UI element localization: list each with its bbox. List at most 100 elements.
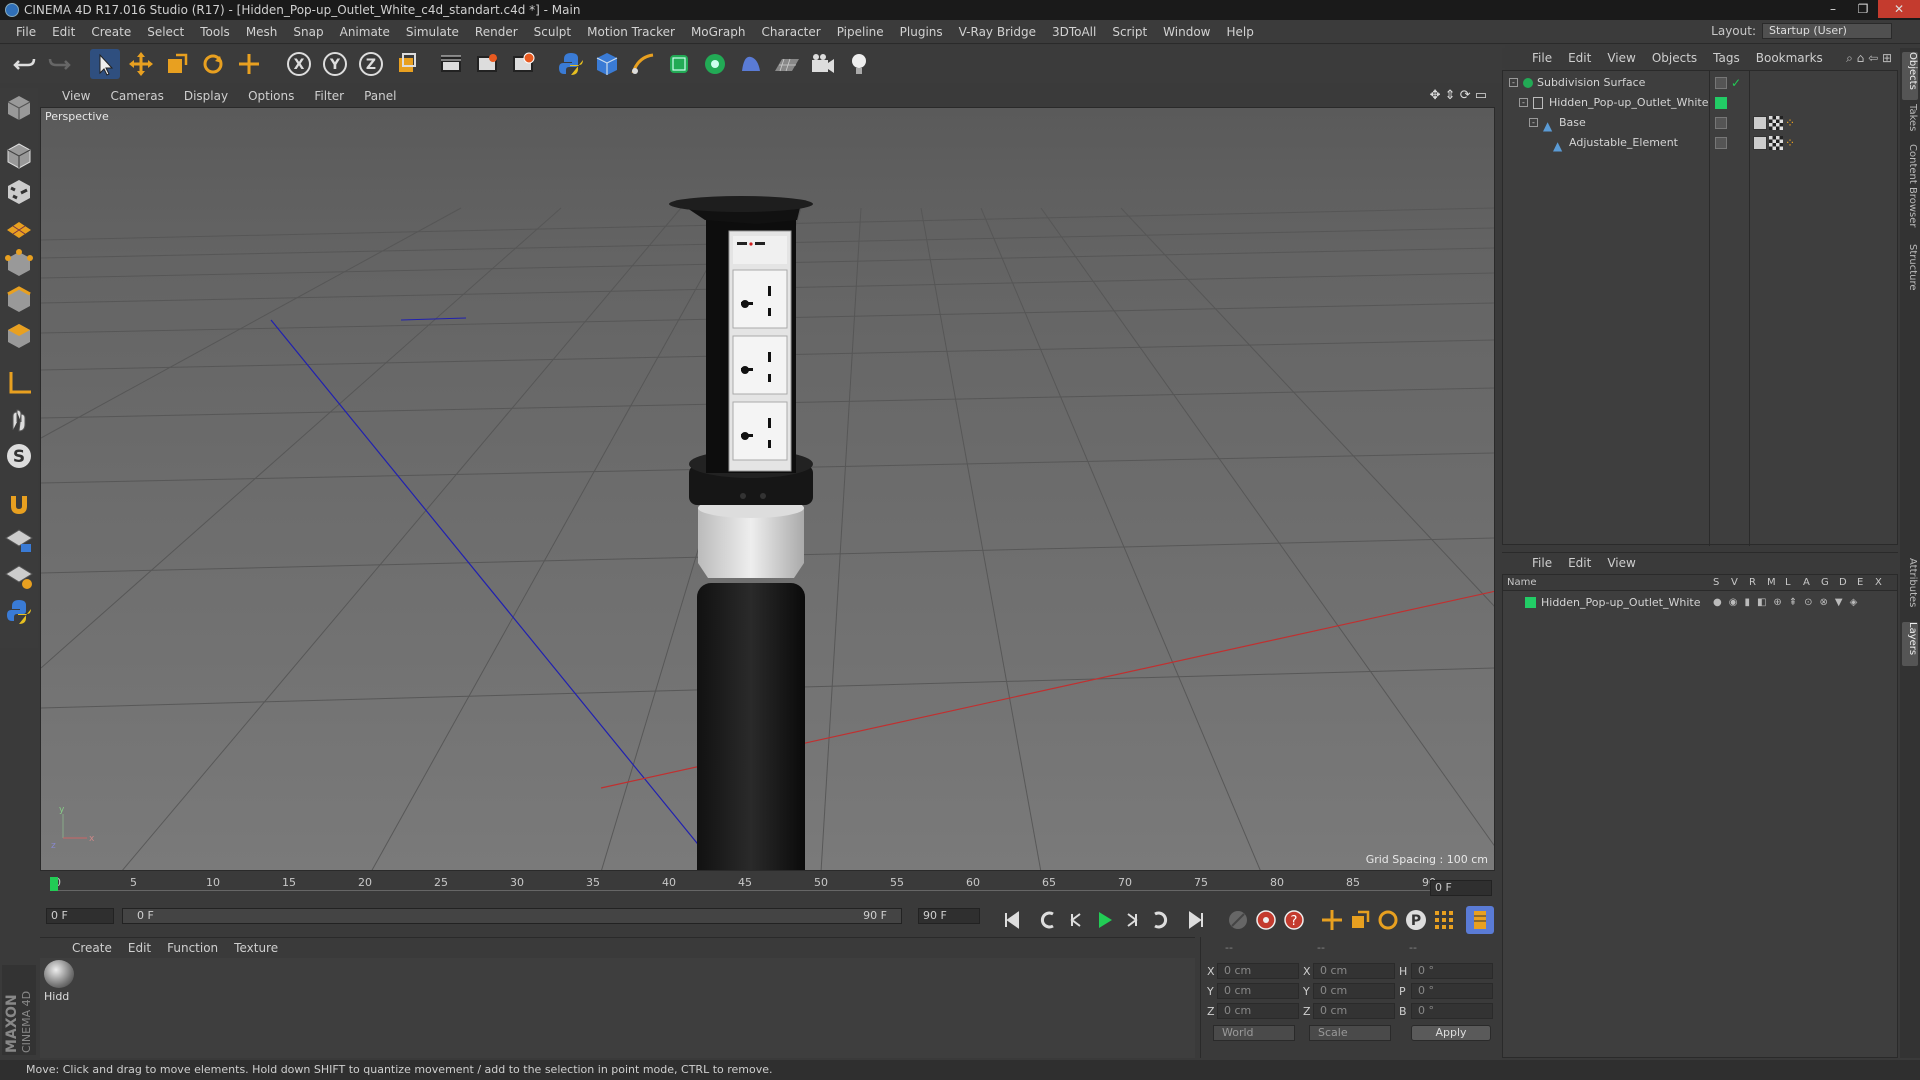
side-tab-layers[interactable]: Layers [1902,622,1918,666]
y-axis-lock-icon[interactable]: Y [320,49,350,79]
z-axis-lock-icon[interactable]: Z [356,49,386,79]
menu-pipeline[interactable]: Pipeline [829,25,892,39]
edges-mode-icon[interactable] [3,284,35,316]
recent-tool-icon[interactable] [234,49,264,79]
next-frame-icon[interactable] [1118,906,1146,934]
next-keyframe-icon[interactable] [1146,906,1174,934]
viewport-menu-cameras[interactable]: Cameras [100,89,173,103]
live-selection-icon[interactable] [90,49,120,79]
previous-frame-icon[interactable] [1062,906,1090,934]
size-mode-dropdown[interactable]: Scale [1309,1025,1391,1041]
redo-icon[interactable] [44,49,74,79]
subdivision-surface-icon[interactable] [664,49,694,79]
render-view-icon[interactable] [436,49,466,79]
layer-column-view[interactable]: V [1731,575,1738,591]
start-frame-field[interactable]: 0 F [46,908,114,924]
menu-edit[interactable]: Edit [44,25,83,39]
cube-primitive-icon[interactable] [592,49,622,79]
viewport-menu-options[interactable]: Options [238,89,304,103]
selection-tag-icon[interactable]: ⁘ [1785,113,1795,133]
texture-mode-icon[interactable] [3,176,35,208]
menu-animate[interactable]: Animate [332,25,398,39]
rotate-tool-icon[interactable] [198,49,228,79]
viewport-camera-label[interactable]: Perspective [45,110,109,123]
layers-menu-edit[interactable]: Edit [1560,556,1599,570]
size-y-field[interactable]: 0 cm [1313,983,1395,999]
menu-snap[interactable]: Snap [285,25,331,39]
key-pla-icon[interactable] [1430,906,1458,934]
phong-tag-icon[interactable] [1753,136,1767,150]
layer-column-animation[interactable]: A [1803,575,1810,591]
viewport-menu-display[interactable]: Display [174,89,238,103]
workplane-mode-icon[interactable] [3,212,35,244]
side-tab-structure[interactable]: Structure [1902,244,1918,300]
apply-button[interactable]: Apply [1411,1025,1491,1041]
magnet-tool-icon[interactable] [3,488,35,520]
layer-column-xref[interactable]: X [1875,575,1882,591]
layer-column-manager[interactable]: M [1767,575,1776,591]
layer-row[interactable]: Hidden_Pop-up_Outlet_White ●◉▮◧⊕⇞⊙⊗▼◈ [1503,593,1897,613]
menu-motion-tracker[interactable]: Motion Tracker [579,25,683,39]
workplane-align-icon[interactable] [3,560,35,592]
collapse-icon[interactable]: - [1519,98,1528,107]
snapping-icon[interactable]: S [3,440,35,472]
object-row[interactable]: ▲ Adjustable_Element ⁘ [1503,133,1897,153]
close-button[interactable]: ✕ [1878,0,1920,18]
side-tab-objects[interactable]: Objects [1902,52,1918,100]
floor-scene-icon[interactable] [772,49,802,79]
position-z-field[interactable]: 0 cm [1217,1003,1299,1019]
material-name[interactable]: Hidd [44,990,69,1003]
keyframe-selection-icon[interactable]: ? [1280,906,1308,934]
menu-3dtoall[interactable]: 3DToAll [1044,25,1104,39]
layers-menu-view[interactable]: View [1599,556,1643,570]
material-menu-edit[interactable]: Edit [120,941,159,955]
material-menu-texture[interactable]: Texture [226,941,286,955]
menu-render[interactable]: Render [467,25,526,39]
search-icon[interactable]: ⌕ ⌂ ⇦ ⊞ [1846,51,1892,66]
goto-end-icon[interactable] [1182,906,1210,934]
x-axis-lock-icon[interactable]: X [284,49,314,79]
menu-mesh[interactable]: Mesh [238,25,286,39]
menu-plugins[interactable]: Plugins [892,25,951,39]
spline-pen-icon[interactable] [628,49,658,79]
workplane-lock-icon[interactable] [3,524,35,556]
key-parameter-icon[interactable]: P [1402,906,1430,934]
layer-column-generators[interactable]: G [1821,575,1829,591]
make-editable-icon[interactable] [3,92,35,124]
preview-range-slider[interactable]: 0 F 90 F [122,908,902,924]
layout-dropdown[interactable]: Startup (User) [1762,23,1892,39]
material-tag-icon[interactable] [1769,136,1783,150]
layer-toggle-icons[interactable]: ●◉▮◧⊕⇞⊙⊗▼◈ [1713,593,1864,613]
phong-tag-icon[interactable] [1753,116,1767,130]
menu-sculpt[interactable]: Sculpt [526,25,579,39]
tweak-mode-icon[interactable] [3,404,35,436]
camera-icon[interactable] [808,49,838,79]
objects-menu-file[interactable]: File [1524,51,1560,65]
rotation-p-field[interactable]: 0 ° [1411,983,1493,999]
key-rotation-icon[interactable] [1374,906,1402,934]
undo-icon[interactable] [10,49,40,79]
position-x-field[interactable]: 0 cm [1217,963,1299,979]
coordinate-mode-dropdown[interactable]: World [1213,1025,1295,1041]
viewport-nav-icons[interactable]: ✥ ⇕ ⟳ ▭ [1430,88,1487,103]
objects-menu-bookmarks[interactable]: Bookmarks [1748,51,1831,65]
material-tag-icon[interactable] [1769,116,1783,130]
timeline-window-icon[interactable] [1466,906,1494,934]
layer-column-solo[interactable]: S [1713,575,1719,591]
menu-file[interactable]: File [8,25,44,39]
render-picture-viewer-icon[interactable] [472,49,502,79]
layer-column-locked[interactable]: L [1785,575,1791,591]
material-menu-function[interactable]: Function [159,941,226,955]
3d-viewport[interactable]: y x z Perspective Grid Spacing : 100 cm [40,107,1495,871]
rotation-b-field[interactable]: 0 ° [1411,1003,1493,1019]
objects-menu-objects[interactable]: Objects [1644,51,1705,65]
move-tool-icon[interactable] [126,49,156,79]
layer-color-swatch[interactable] [1525,597,1536,608]
objects-menu-tags[interactable]: Tags [1705,51,1748,65]
light-icon[interactable] [844,49,874,79]
menu-mograph[interactable]: MoGraph [683,25,754,39]
viewport-menu-filter[interactable]: Filter [304,89,354,103]
selection-tag-icon[interactable]: ⁘ [1785,133,1795,153]
enabled-check-icon[interactable]: ✓ [1731,73,1741,93]
objects-menu-edit[interactable]: Edit [1560,51,1599,65]
